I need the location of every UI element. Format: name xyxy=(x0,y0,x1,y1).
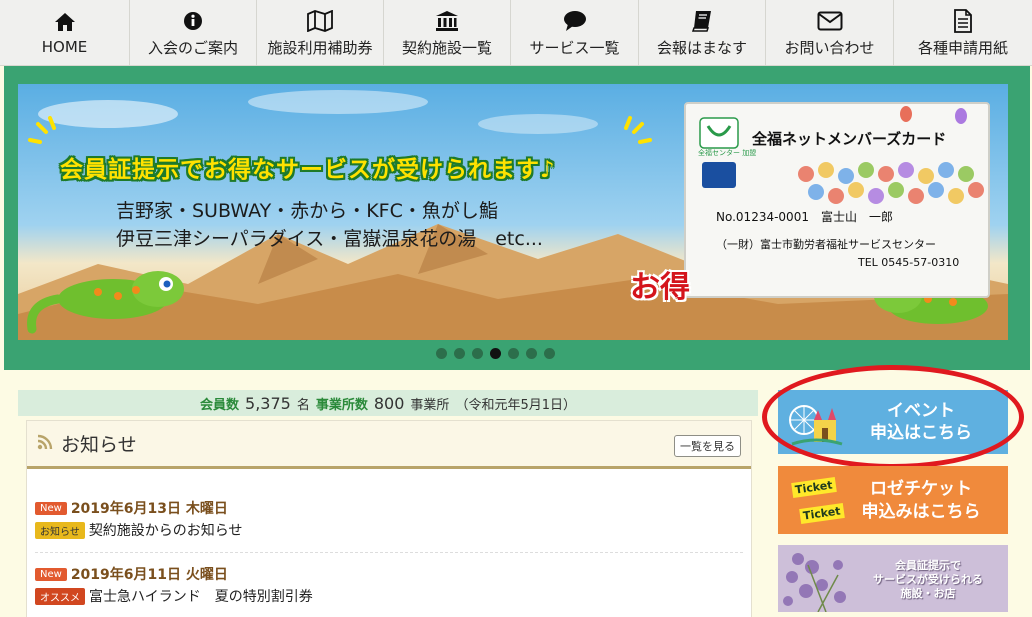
stats-as-of-date: （令和元年5月1日） xyxy=(455,397,576,413)
nav-label: お問い合わせ xyxy=(784,38,875,57)
nav-label: 会報はまなす xyxy=(656,38,747,57)
slider-dot[interactable] xyxy=(526,348,537,359)
members-count: 5,375 xyxy=(245,393,291,413)
offices-label: 事業所数 xyxy=(315,397,368,413)
news-divider xyxy=(35,552,743,553)
home-icon xyxy=(54,10,76,34)
new-badge: New xyxy=(35,501,67,515)
nav-label: サービス一覧 xyxy=(529,38,620,57)
nav-facility-voucher[interactable]: 施設利用補助券 xyxy=(257,0,384,66)
chat-icon xyxy=(563,9,587,33)
mail-icon xyxy=(817,9,843,33)
news-link[interactable]: 富士急ハイランド 夏の特別割引券 xyxy=(89,586,313,606)
nav-service-list[interactable]: サービス一覧 xyxy=(511,0,639,66)
members-label: 会員数 xyxy=(200,397,240,413)
rss-icon xyxy=(37,434,53,454)
member-card-image: 全福センター 加盟 全福ネットメンバーズカード No.01234-0001 富士… xyxy=(684,102,990,298)
castle-icon xyxy=(789,405,843,446)
ticket-tag: Ticket xyxy=(791,477,837,498)
news-date: 2019年6月13日 木曜日 xyxy=(70,501,228,517)
shop-line-3: 施設・お店 xyxy=(900,587,956,600)
partner-shops-banner[interactable]: 会員証提示で サービスが受けられる 施設・お店 xyxy=(778,545,1008,612)
map-icon xyxy=(307,9,333,33)
card-logo-text: 全福センター 加盟 xyxy=(698,149,757,157)
ticket-application-banner[interactable]: Ticket Ticket ロゼチケット 申込みはこちら xyxy=(778,466,1008,534)
news-header: お知らせ 一覧を見る xyxy=(27,421,751,469)
global-nav: HOME 入会のご案内 施設利用補助券 契約施設一覧 サービス一覧 会報はまなす xyxy=(0,0,1032,66)
shop-line-2: サービスが受けられる xyxy=(873,573,983,586)
otoku-badge: お得 xyxy=(630,270,690,305)
nav-contact[interactable]: お問い合わせ xyxy=(766,0,894,66)
offices-unit: 事業所 xyxy=(410,397,450,413)
nav-label: HOME xyxy=(41,38,88,56)
nav-contract-facilities[interactable]: 契約施設一覧 xyxy=(384,0,511,66)
card-organization: （一財）富士市勤労者福祉サービスセンター xyxy=(716,238,936,251)
card-title: 全福ネットメンバーズカード xyxy=(752,130,947,148)
card-phone: TEL 0545-57-0310 xyxy=(858,256,960,269)
nav-label: 契約施設一覧 xyxy=(401,38,492,57)
book-icon xyxy=(692,9,712,33)
document-icon xyxy=(953,8,973,33)
nav-newsletter[interactable]: 会報はまなす xyxy=(639,0,766,66)
news-title: お知らせ xyxy=(61,434,137,456)
ticket-line-2: 申込みはこちら xyxy=(861,502,981,522)
nav-home[interactable]: HOME xyxy=(0,0,130,66)
nav-join-guide[interactable]: 入会のご案内 xyxy=(130,0,257,66)
nav-label: 入会のご案内 xyxy=(147,38,238,57)
banner-headline: 会員証提示でお得なサービスが受けられます♪ xyxy=(60,157,556,183)
shop-banner-text: 会員証提示で サービスが受けられる 施設・お店 xyxy=(858,559,998,601)
category-badge: お知らせ xyxy=(35,521,85,539)
news-more-button[interactable]: 一覧を見る xyxy=(674,435,741,457)
new-badge: New xyxy=(35,567,67,581)
ticket-line-1: ロゼチケット xyxy=(870,479,972,499)
card-number: No.01234-0001 富士山 一郎 xyxy=(716,210,893,224)
slider-dot[interactable] xyxy=(508,348,519,359)
hero-banner[interactable]: 会員証提示でお得なサービスが受けられます♪ 吉野家・SUBWAY・赤から・KFC… xyxy=(18,84,1008,340)
slider-dot[interactable] xyxy=(544,348,555,359)
member-stats-bar: 会員数 5,375 名 事業所数 800 事業所 （令和元年5月1日） xyxy=(18,390,758,416)
news-item[interactable]: New 2019年6月11日 火曜日 オススメ 富士急ハイランド 夏の特別割引券 xyxy=(35,563,743,607)
slider-dot[interactable] xyxy=(472,348,483,359)
event-line-1: イベント xyxy=(887,401,955,421)
slider-dot[interactable] xyxy=(454,348,465,359)
news-date: 2019年6月11日 火曜日 xyxy=(70,567,228,583)
news-panel: お知らせ 一覧を見る New 2019年6月13日 木曜日 お知らせ 契約施設か… xyxy=(26,420,752,617)
members-unit: 名 xyxy=(296,397,310,413)
banner-partners-line-2: 伊豆三津シーパラダイス・富嶽温泉花の湯 etc... xyxy=(116,228,543,250)
event-application-banner[interactable]: イベント 申込はこちら xyxy=(778,390,1008,454)
nav-label: 各種申請用紙 xyxy=(917,38,1008,57)
bank-icon xyxy=(435,9,459,33)
shop-line-1: 会員証提示で xyxy=(895,559,961,572)
nav-label: 施設利用補助券 xyxy=(267,38,373,57)
offices-count: 800 xyxy=(373,393,405,413)
news-item[interactable]: New 2019年6月13日 木曜日 お知らせ 契約施設からのお知らせ xyxy=(35,497,743,541)
slider-pagination xyxy=(436,348,555,359)
slider-dot[interactable] xyxy=(436,348,447,359)
banner-partners-line-1: 吉野家・SUBWAY・赤から・KFC・魚がし鮨 xyxy=(116,200,498,222)
event-line-2: 申込はこちら xyxy=(870,423,972,443)
news-link[interactable]: 契約施設からのお知らせ xyxy=(89,520,243,540)
category-badge: オススメ xyxy=(35,587,85,605)
ticket-tag: Ticket xyxy=(799,503,845,524)
nav-application-forms[interactable]: 各種申請用紙 xyxy=(894,0,1032,66)
info-icon xyxy=(183,9,203,33)
slider-dot-active[interactable] xyxy=(490,348,501,359)
